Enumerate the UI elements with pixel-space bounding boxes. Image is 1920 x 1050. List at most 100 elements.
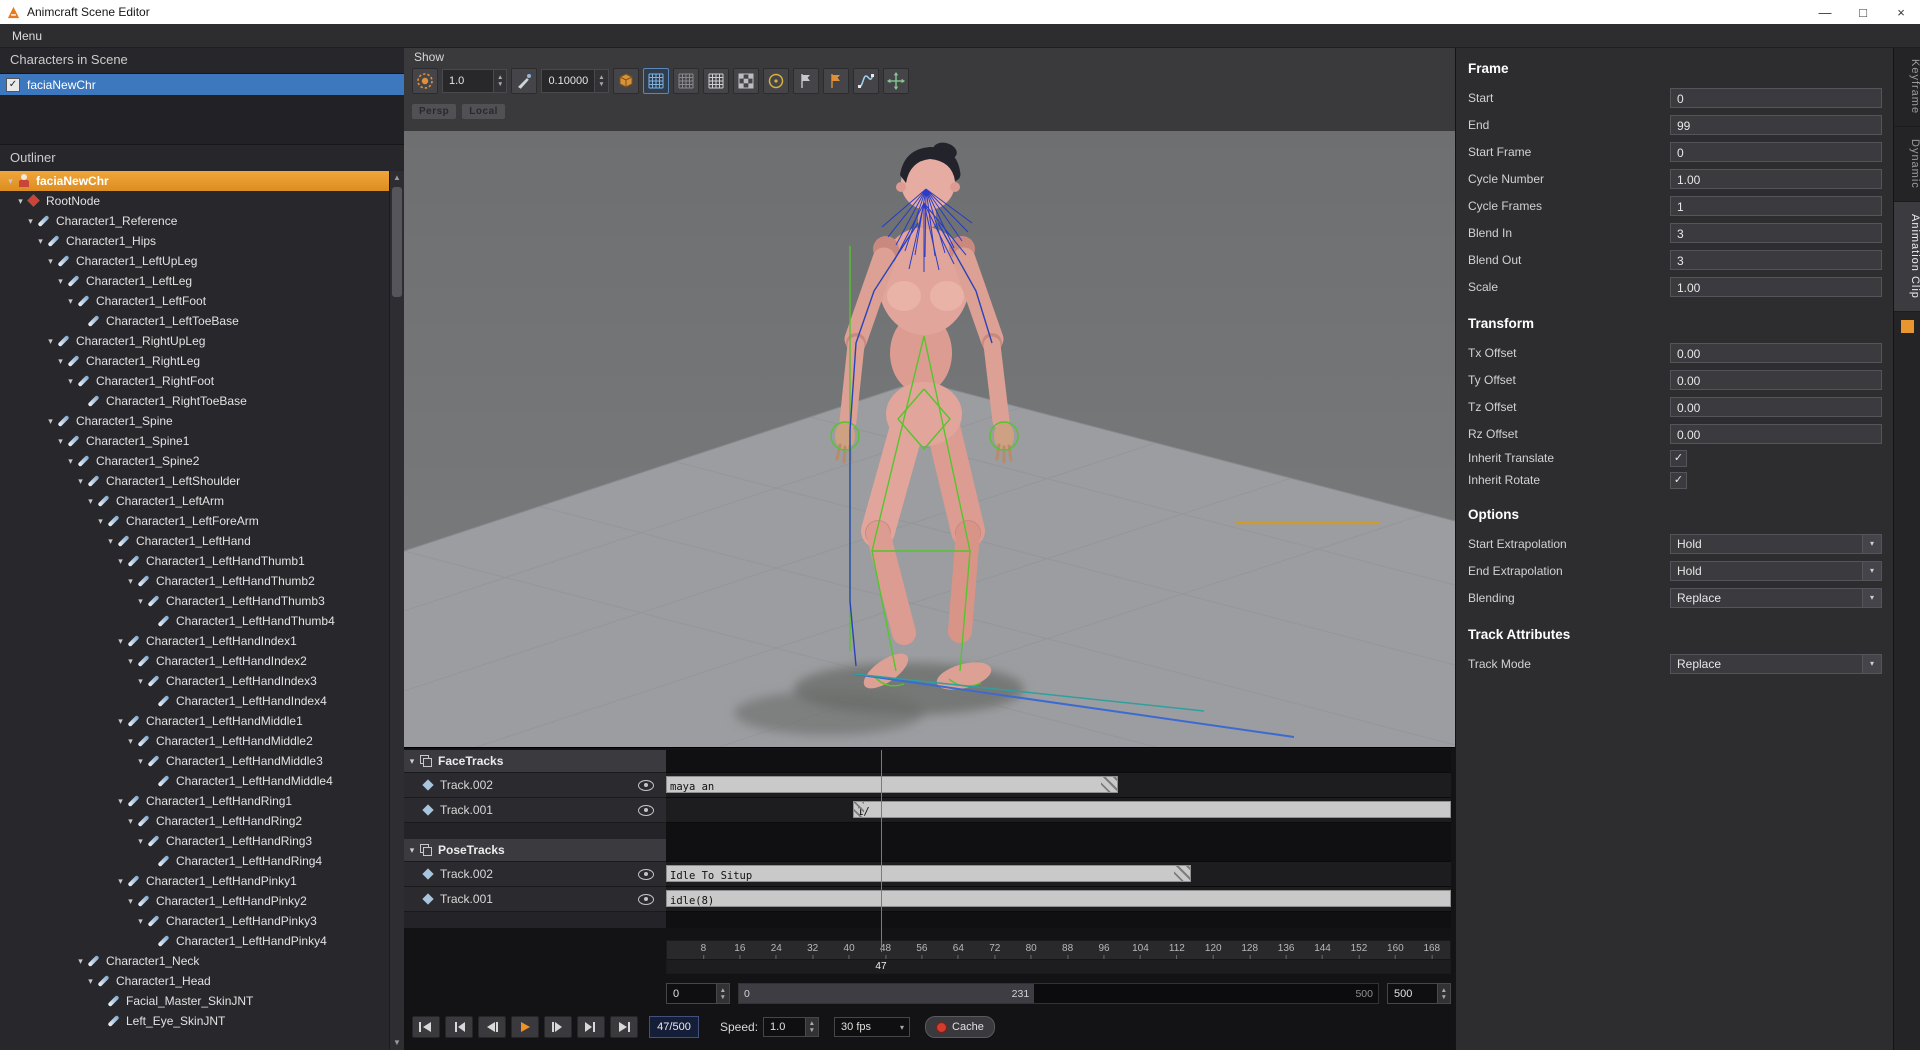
flag-icon[interactable] (792, 68, 819, 94)
grid-checker-icon[interactable] (732, 68, 759, 94)
step-forward-icon[interactable] (544, 1016, 572, 1038)
play-backward-icon[interactable] (478, 1016, 506, 1038)
track-lane[interactable]: Idle To Situp (666, 862, 1451, 887)
spinner-arrows[interactable]: ▲ ▼ (1436, 984, 1450, 1003)
track-track-002[interactable]: Track.002 (404, 773, 666, 798)
spin-down-icon[interactable]: ▼ (809, 1027, 815, 1034)
size-spinner[interactable]: 0.10000 ▲ ▼ (541, 69, 609, 93)
tree-item-Character1_LeftLeg[interactable]: ▾ Character1_LeftLeg (0, 271, 390, 291)
visibility-icon[interactable] (638, 868, 654, 880)
spinner-arrows[interactable]: ▲ ▼ (493, 70, 507, 92)
cache-button[interactable]: Cache (925, 1016, 995, 1038)
expand-arrow[interactable]: ▾ (64, 296, 77, 307)
tree-item-Character1_LeftHandPinky3[interactable]: ▾ Character1_LeftHandPinky3 (0, 911, 390, 931)
grid-bright-icon[interactable] (702, 68, 729, 94)
range-thumb[interactable]: 0 231 (739, 984, 1035, 1003)
expand-arrow[interactable]: ▾ (404, 756, 420, 767)
tree-item-Facial_Master_SkinJNT[interactable]: Facial_Master_SkinJNT (0, 991, 390, 1011)
expand-arrow[interactable]: ▾ (14, 196, 27, 207)
circle-icon[interactable] (762, 68, 789, 94)
shading-sphere-icon[interactable] (412, 68, 438, 94)
track-lane[interactable]: maya_an (666, 773, 1451, 798)
tree-item-Character1_LeftHandThumb3[interactable]: ▾ Character1_LeftHandThumb3 (0, 591, 390, 611)
expand-arrow[interactable]: ▾ (34, 236, 47, 247)
menu-item-menu[interactable]: Menu (0, 29, 54, 43)
visibility-icon[interactable] (638, 804, 654, 816)
tree-item-Character1_LeftHandPinky4[interactable]: Character1_LeftHandPinky4 (0, 931, 390, 951)
expand-arrow[interactable]: ▾ (44, 336, 57, 347)
tree-item-RootNode[interactable]: ▾ RootNode (0, 191, 390, 211)
tree-item-Character1_LeftUpLeg[interactable]: ▾ Character1_LeftUpLeg (0, 251, 390, 271)
input-tx-offset[interactable]: 0.00 (1670, 342, 1882, 363)
expand-arrow[interactable]: ▾ (134, 916, 147, 927)
tree-item-Character1_Head[interactable]: ▾ Character1_Head (0, 971, 390, 991)
tree-item-Character1_LeftShoulder[interactable]: ▾ Character1_LeftShoulder (0, 471, 390, 491)
cube-icon[interactable] (612, 68, 639, 94)
range-end-spinner[interactable]: 500 ▲ ▼ (1387, 983, 1451, 1004)
select-blending[interactable]: Replace ▾ (1670, 587, 1882, 608)
tree-item-Character1_LeftHandThumb4[interactable]: Character1_LeftHandThumb4 (0, 611, 390, 631)
tab-animation-clip[interactable]: Animation Clip (1894, 201, 1920, 312)
spinner-arrows[interactable]: ▲ ▼ (715, 984, 729, 1003)
go-to-end-icon[interactable] (610, 1016, 638, 1038)
spin-down-icon[interactable]: ▼ (598, 81, 604, 88)
flag-orange-icon[interactable] (822, 68, 849, 94)
close-button[interactable]: × (1882, 0, 1920, 24)
expand-arrow[interactable]: ▾ (64, 456, 77, 467)
track-lane[interactable]: 1/ (666, 798, 1451, 823)
expand-arrow[interactable]: ▾ (84, 976, 97, 987)
expand-arrow[interactable]: ▾ (114, 876, 127, 887)
spin-down-icon[interactable]: ▼ (720, 994, 726, 1001)
tree-item-Character1_Reference[interactable]: ▾ Character1_Reference (0, 211, 390, 231)
expand-arrow[interactable]: ▾ (74, 476, 87, 487)
expand-arrow[interactable]: ▾ (114, 716, 127, 727)
spin-up-icon[interactable]: ▲ (809, 1020, 815, 1027)
clip[interactable]: 1/ (853, 801, 1451, 818)
tree-item-Character1_LeftHandMiddle3[interactable]: ▾ Character1_LeftHandMiddle3 (0, 751, 390, 771)
tree-item-Character1_RightUpLeg[interactable]: ▾ Character1_RightUpLeg (0, 331, 390, 351)
tree-item-Character1_LeftHandRing1[interactable]: ▾ Character1_LeftHandRing1 (0, 791, 390, 811)
expand-arrow[interactable]: ▾ (4, 176, 17, 187)
scroll-up-icon[interactable]: ▲ (390, 171, 404, 185)
select-start-extrapolation[interactable]: Hold ▾ (1670, 533, 1882, 554)
check-icon[interactable]: ✓ (6, 77, 20, 92)
tree-item-Character1_LeftHandIndex3[interactable]: ▾ Character1_LeftHandIndex3 (0, 671, 390, 691)
track-group-posetracks[interactable]: ▾ PoseTracks (404, 839, 666, 862)
track-lane[interactable]: idle(8) (666, 887, 1451, 912)
spinner-arrows[interactable]: ▲ ▼ (804, 1018, 819, 1036)
expand-arrow[interactable]: ▾ (74, 956, 87, 967)
expand-arrow[interactable]: ▾ (134, 836, 147, 847)
input-ty-offset[interactable]: 0.00 (1670, 369, 1882, 390)
tree-item-Character1_LeftHandPinky1[interactable]: ▾ Character1_LeftHandPinky1 (0, 871, 390, 891)
expand-arrow[interactable]: ▾ (124, 736, 137, 747)
next-key-icon[interactable] (577, 1016, 605, 1038)
range-start-spinner[interactable]: 0 ▲ ▼ (666, 983, 730, 1004)
input-blend-out[interactable]: 3 (1670, 249, 1882, 270)
input-scale[interactable]: 1.00 (1670, 276, 1882, 297)
expand-arrow[interactable]: ▾ (44, 256, 57, 267)
tree-item-Character1_LeftFoot[interactable]: ▾ Character1_LeftFoot (0, 291, 390, 311)
brush-icon[interactable] (511, 68, 538, 94)
expand-arrow[interactable]: ▾ (54, 436, 67, 447)
expand-arrow[interactable]: ▾ (134, 756, 147, 767)
track-track-002[interactable]: Track.002 (404, 862, 666, 887)
grid-blue-icon[interactable] (642, 68, 669, 94)
tree-item-Left_Eye_SkinJNT[interactable]: Left_Eye_SkinJNT (0, 1011, 390, 1031)
expand-arrow[interactable]: ▾ (84, 496, 97, 507)
spin-down-icon[interactable]: ▼ (497, 81, 503, 88)
minimize-button[interactable]: — (1806, 0, 1844, 24)
tree-item-Character1_LeftHandIndex4[interactable]: Character1_LeftHandIndex4 (0, 691, 390, 711)
tree-item-Character1_LeftHandMiddle2[interactable]: ▾ Character1_LeftHandMiddle2 (0, 731, 390, 751)
select-track-mode[interactable]: Replace ▾ (1670, 653, 1882, 674)
expand-arrow[interactable]: ▾ (64, 376, 77, 387)
clip[interactable]: Idle To Situp (666, 865, 1191, 882)
character-item-faciaNewChr[interactable]: ✓ faciaNewChr (0, 74, 404, 95)
input-start-frame[interactable]: 0 (1670, 141, 1882, 162)
go-to-start-icon[interactable] (412, 1016, 440, 1038)
tree-item-Character1_Spine1[interactable]: ▾ Character1_Spine1 (0, 431, 390, 451)
tree-item-Character1_LeftHandMiddle4[interactable]: Character1_LeftHandMiddle4 (0, 771, 390, 791)
expand-arrow[interactable]: ▾ (94, 516, 107, 527)
grid-icon[interactable] (672, 68, 699, 94)
select-end-extrapolation[interactable]: Hold ▾ (1670, 560, 1882, 581)
viewport-3d-canvas[interactable] (404, 131, 1455, 747)
